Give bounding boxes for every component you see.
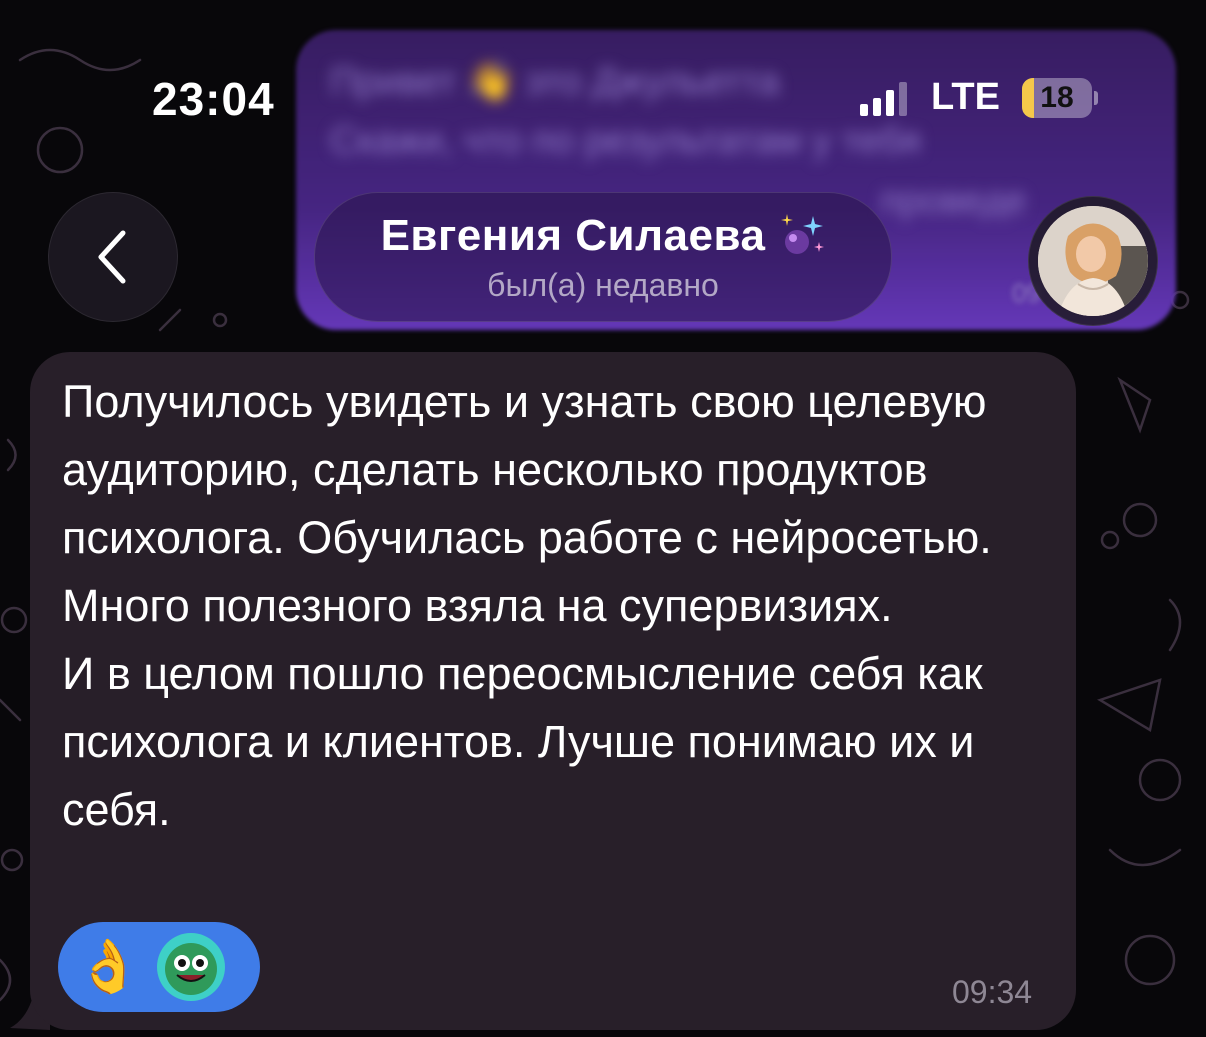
- status-bar-indicators: LTE 18: [860, 76, 1098, 119]
- contact-name: Евгения Силаева: [380, 210, 766, 260]
- message-paragraph: Много полезного взяла на супервизиях.: [62, 580, 893, 631]
- back-button[interactable]: [48, 192, 178, 322]
- sparkles-icon: [781, 213, 825, 254]
- message-text: Получилось увидеть и узнать свою целевую…: [62, 368, 1062, 844]
- network-type: LTE: [931, 76, 1000, 118]
- message-reactions[interactable]: 👌: [58, 922, 260, 1012]
- contact-last-seen: был(а) недавно: [487, 266, 719, 303]
- previous-message-line: Скажи, что по результатам у тебя: [330, 120, 921, 162]
- message-timestamp: 09:34: [952, 974, 1033, 1010]
- previous-message-line: проведе: [880, 180, 1027, 222]
- previous-message-line: Привет 👋 это Джульетта: [330, 61, 780, 103]
- avatar: [1038, 206, 1148, 316]
- status-bar-time: 23:04: [152, 73, 275, 125]
- chat-title-button[interactable]: Евгения Силаева был(а) недавно: [314, 192, 892, 322]
- contact-avatar-button[interactable]: [1028, 196, 1158, 326]
- battery-level: 18: [1040, 80, 1074, 114]
- message-paragraph: И в целом пошло переосмысление себя как …: [62, 648, 983, 835]
- message-paragraph: Получилось увидеть и узнать свою целевую…: [62, 376, 992, 563]
- frog-sticker-icon[interactable]: [155, 931, 227, 1003]
- ok-hand-icon[interactable]: 👌: [76, 941, 141, 993]
- battery-icon: 18: [1021, 77, 1092, 118]
- signal-strength-icon: [860, 80, 907, 116]
- chevron-left-icon: [98, 230, 126, 284]
